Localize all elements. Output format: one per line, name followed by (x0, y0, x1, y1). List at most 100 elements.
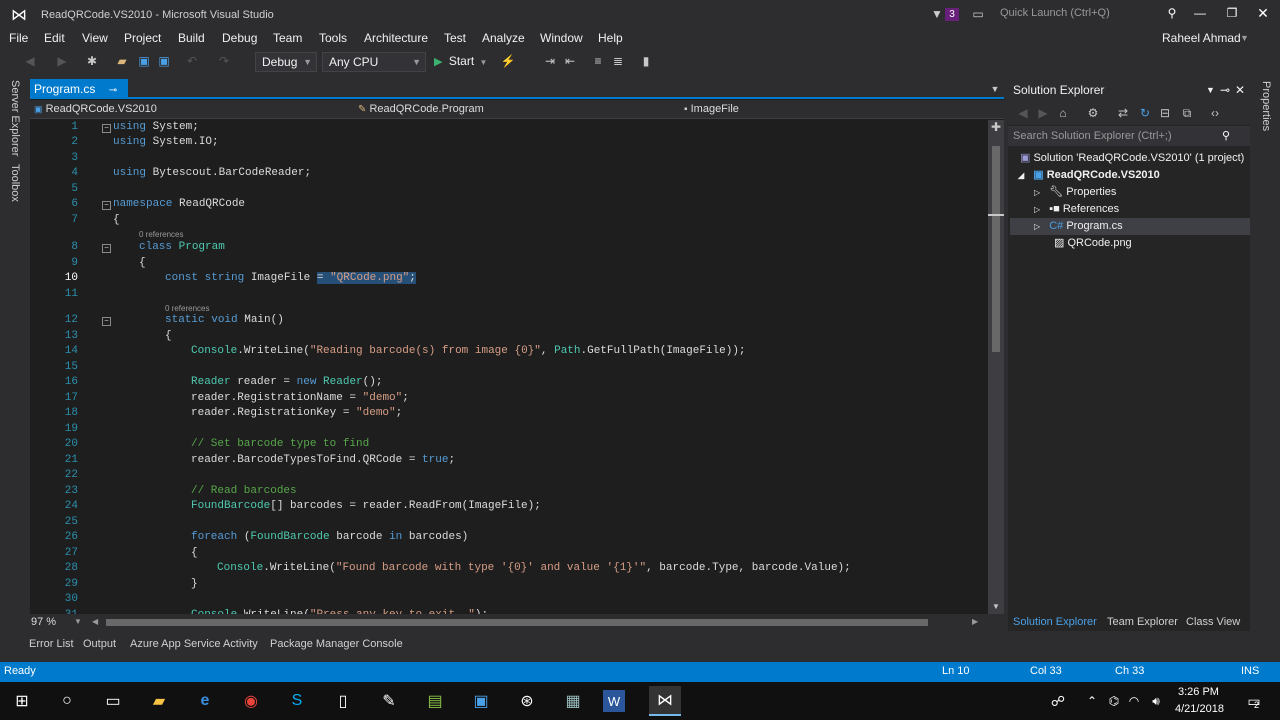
menu-architecture[interactable]: Architecture (364, 30, 428, 48)
menu-edit[interactable]: Edit (44, 30, 65, 48)
tree-solution-node[interactable]: ▣ Solution 'ReadQRCode.VS2010' (1 projec… (1020, 150, 1244, 167)
collapse-all-icon[interactable]: ⊟ (1158, 105, 1172, 121)
menu-build[interactable]: Build (178, 30, 205, 48)
tab-package-manager-console[interactable]: Package Manager Console (270, 638, 403, 650)
editor-vertical-scrollbar[interactable]: ✚ ▼ (988, 120, 1004, 614)
notepad-plus-plus-icon[interactable]: ▤ (419, 686, 451, 716)
tree-program-cs-node[interactable]: ▷ C# Program.cs (1034, 218, 1123, 235)
redo-icon[interactable]: ↷ (216, 52, 232, 70)
volume-icon[interactable]: 🔊︎ (1140, 686, 1172, 716)
menu-view[interactable]: View (82, 30, 108, 48)
notepad-icon[interactable]: ▯ (327, 686, 359, 716)
menu-debug[interactable]: Debug (222, 30, 257, 48)
menu-window[interactable]: Window (540, 30, 583, 48)
cortana-search-icon[interactable]: ○ (51, 686, 83, 716)
nav-project-dropdown[interactable]: ▣ ReadQRCode.VS2010 (34, 100, 354, 119)
nav-member-dropdown[interactable]: ▪ ImageFile (684, 100, 984, 119)
collapse-icon[interactable]: − (102, 201, 111, 210)
solution-configuration-select[interactable]: Debug ▼ (255, 52, 317, 72)
refresh-icon[interactable]: ↻ (1138, 105, 1152, 121)
scrollbar-track-thumb[interactable] (992, 146, 1000, 352)
collapse-icon[interactable]: − (102, 244, 111, 253)
outdent-icon[interactable]: ⇤ (562, 52, 578, 70)
expanded-chevron-icon[interactable]: ◢ (1018, 171, 1024, 180)
pending-changes-filter-icon[interactable]: ⚙ (1086, 105, 1100, 121)
edge-browser-icon[interactable]: e (189, 686, 221, 716)
start-button[interactable]: ▶ Start ▼ (434, 52, 490, 72)
collapse-icon[interactable]: − (102, 317, 111, 326)
scroll-left-icon[interactable]: ◀ (92, 617, 98, 626)
clock-date[interactable]: 4/21/2018 (1175, 703, 1224, 715)
comment-icon[interactable]: ≡ (590, 52, 606, 70)
back-icon[interactable]: ◀ (1016, 105, 1030, 121)
codelens-references[interactable]: 0 references (139, 230, 183, 239)
split-icon[interactable]: ✚ (990, 120, 1002, 134)
word-icon[interactable]: W (603, 690, 625, 712)
codelens-references[interactable]: 0 references (165, 304, 209, 313)
collapsed-chevron-icon[interactable]: ▷ (1034, 222, 1040, 231)
scroll-right-icon[interactable]: ▶ (972, 617, 978, 626)
search-icon[interactable]: ⚲ (1163, 5, 1181, 21)
tab-list-dropdown-icon[interactable]: ▼ (988, 81, 1002, 97)
home-icon[interactable]: ⌂ (1056, 105, 1070, 121)
scroll-down-icon[interactable]: ▼ (990, 600, 1002, 612)
collapse-icon[interactable]: − (102, 124, 111, 133)
dev-tool-icon[interactable]: ⊛ (511, 686, 543, 716)
quick-launch-input[interactable]: Quick Launch (Ctrl+Q) (993, 5, 1183, 23)
forward-icon[interactable]: ▶ (1036, 105, 1050, 121)
toolbox-tab[interactable]: Toolbox (9, 164, 21, 202)
menu-team[interactable]: Team (273, 30, 302, 48)
panel-menu-icon[interactable]: ▼ (1206, 79, 1215, 101)
restore-icon[interactable]: ❐ (1222, 4, 1242, 22)
menu-help[interactable]: Help (598, 30, 623, 48)
user-name[interactable]: Raheel Ahmad (1162, 30, 1241, 48)
feedback-icon[interactable]: ▭ (970, 6, 986, 22)
tree-references-node[interactable]: ▷ ▪■ References (1034, 201, 1119, 218)
tree-qrcode-png-node[interactable]: ▨ QRCode.png (1054, 235, 1132, 252)
tab-class-view[interactable]: Class View (1186, 614, 1240, 631)
indent-icon[interactable]: ⇥ (542, 52, 558, 70)
nav-class-dropdown[interactable]: ✎ ReadQRCode.Program (358, 100, 678, 119)
tree-properties-node[interactable]: ▷ 🔧︎ Properties (1034, 184, 1116, 201)
bookmark-icon[interactable]: ▮ (638, 52, 654, 70)
save-icon[interactable]: ▣ (136, 52, 152, 70)
zoom-dropdown-icon[interactable]: ▼ (74, 617, 82, 626)
remote-desktop-icon[interactable]: ▣ (465, 686, 497, 716)
menu-tools[interactable]: Tools (319, 30, 347, 48)
tab-solution-explorer[interactable]: Solution Explorer (1013, 614, 1097, 631)
sync-icon[interactable]: ⇄ (1116, 105, 1130, 121)
browser-link-icon[interactable]: ⚡ (500, 52, 516, 70)
server-explorer-tab[interactable]: Server Explorer (9, 80, 21, 156)
save-all-icon[interactable]: ▣ (156, 52, 172, 70)
pin-icon[interactable]: ⊸ (109, 85, 117, 96)
notification-count-badge[interactable]: 3 (945, 8, 959, 21)
new-project-icon[interactable]: ✱ (84, 52, 100, 70)
visual-studio-taskbar-icon[interactable]: ⋈ (649, 686, 681, 716)
collapsed-chevron-icon[interactable]: ▷ (1034, 205, 1040, 214)
file-explorer-icon[interactable]: ▰ (143, 686, 175, 716)
code-area[interactable]: 1 − using System; 2 using System.IO; 3 4… (30, 120, 988, 614)
zoom-level[interactable]: 97 % (31, 616, 56, 628)
search-icon[interactable]: ⚲ (1222, 126, 1230, 146)
forward-icon[interactable]: ▶ (54, 52, 70, 70)
panel-close-icon[interactable]: ✕ (1235, 79, 1245, 101)
view-code-icon[interactable]: ‹› (1208, 105, 1222, 121)
filter-icon[interactable]: ▼ (930, 6, 944, 22)
horizontal-scrollbar-thumb[interactable] (106, 619, 928, 626)
menu-analyze[interactable]: Analyze (482, 30, 525, 48)
editor-app-icon[interactable]: ✎ (373, 686, 405, 716)
pin-icon[interactable]: ⊸ (1220, 79, 1230, 101)
uncomment-icon[interactable]: ≣ (610, 52, 626, 70)
people-icon[interactable]: ☍ (1042, 686, 1074, 716)
chrome-icon[interactable]: ◉ (235, 686, 267, 716)
tab-error-list[interactable]: Error List (29, 638, 74, 650)
network-tool-icon[interactable]: ▦ (557, 686, 589, 716)
show-all-files-icon[interactable]: ⧉ (1180, 105, 1194, 121)
tab-output[interactable]: Output (83, 638, 116, 650)
back-icon[interactable]: ◀ (22, 52, 38, 70)
menu-project[interactable]: Project (124, 30, 161, 48)
properties-tab[interactable]: Properties (1260, 81, 1272, 131)
solution-explorer-search-input[interactable]: Search Solution Explorer (Ctrl+;) ⚲ (1008, 126, 1250, 146)
tab-azure-app-service-activity[interactable]: Azure App Service Activity (130, 638, 258, 650)
tab-team-explorer[interactable]: Team Explorer (1107, 614, 1178, 631)
